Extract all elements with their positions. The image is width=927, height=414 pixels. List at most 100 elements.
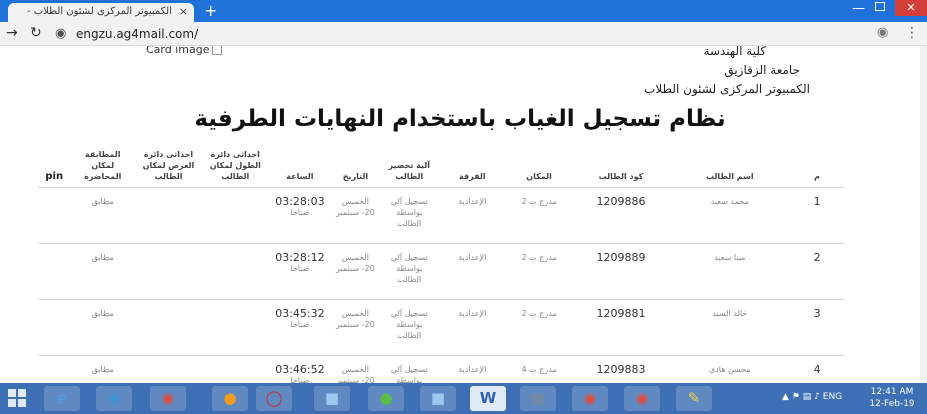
- cell-latitude: [135, 187, 202, 244]
- volume-icon[interactable]: ♪: [814, 392, 820, 402]
- menu-icon[interactable]: ⋮: [905, 25, 919, 41]
- cell-time: 03:28:12 صباحا: [268, 243, 332, 300]
- table-row: 4 محسن هادى 1209883 مدرج ت 4 الإعدادية ت…: [38, 355, 844, 383]
- cell-code: 1209886: [572, 187, 670, 244]
- cell-date: الخميس 20- سبتمبر: [331, 187, 380, 244]
- profile-icon[interactable]: ◉: [877, 25, 888, 40]
- table-row: 3 خالد السيد 1209881 مدرج ت 2 الإعدادية …: [38, 299, 844, 356]
- cell-place: مدرج ت 2: [505, 243, 573, 300]
- cell-date: الخميس 20- سبتمبر: [331, 243, 380, 300]
- browser-tab[interactable]: × الكمبيوتر المركزى لشئون الطلاب -: [8, 3, 194, 22]
- cell-longitude: [201, 299, 269, 356]
- cell-level: الإعدادية: [438, 243, 506, 300]
- reload-icon[interactable]: ↻: [30, 25, 42, 41]
- cell-num: 3: [790, 299, 844, 356]
- tray-arrow-icon[interactable]: ▲: [782, 392, 789, 402]
- cell-match: مطابق: [70, 243, 136, 300]
- cell-num: 1: [790, 187, 844, 244]
- table-header-row: م اسم الطالب كود الطالب المكان الفرقة آل…: [38, 149, 844, 188]
- cell-num: 2: [790, 243, 844, 300]
- cell-level: الإعدادية: [438, 187, 506, 244]
- app-icon[interactable]: ●: [368, 386, 404, 411]
- col-header-code: كود الطالب: [572, 149, 670, 188]
- start-button[interactable]: [8, 389, 26, 407]
- chrome-icon[interactable]: ◉: [572, 386, 608, 411]
- cell-place: مدرج ت 2: [505, 299, 573, 356]
- clock[interactable]: 12:41 AM 12-Feb-19: [862, 386, 922, 410]
- tab-close-icon[interactable]: ×: [179, 5, 188, 18]
- maximize-icon[interactable]: [875, 2, 885, 11]
- tab-title: الكمبيوتر المركزى لشئون الطلاب -: [26, 6, 172, 17]
- opera-icon[interactable]: ◯: [256, 386, 292, 411]
- cell-match: مطابق: [70, 187, 136, 244]
- new-tab-button[interactable]: +: [204, 1, 217, 20]
- firefox-icon[interactable]: ●: [212, 386, 248, 411]
- minimize-icon[interactable]: —: [852, 1, 865, 16]
- col-header-date: التاريخ: [331, 149, 380, 188]
- cell-latitude: [135, 355, 202, 383]
- network-icon[interactable]: ▤: [803, 392, 812, 402]
- cell-name: محمد سعيد: [669, 187, 791, 244]
- col-header-level: الفرقة: [438, 149, 506, 188]
- page-scrollbar[interactable]: [920, 46, 927, 383]
- cell-level: الإعدادية: [438, 299, 506, 356]
- system-tray: ▲ ⚑ ▤ ♪ ENG: [782, 392, 842, 402]
- cell-pin: [38, 187, 71, 244]
- start-icon: [18, 389, 26, 397]
- university-name: جامعة الزقازيق: [724, 63, 800, 77]
- table-row: 1 محمد سعيد 1209886 مدرج ت 2 الإعدادية ت…: [38, 187, 844, 244]
- cell-pin: [38, 355, 71, 383]
- url-field[interactable]: engzu.ag4mail.com/: [76, 27, 198, 41]
- cell-code: 1209881: [572, 299, 670, 356]
- attendance-table: م اسم الطالب كود الطالب المكان الفرقة آل…: [38, 149, 844, 383]
- cell-name: محسن هادى: [669, 355, 791, 383]
- center-name: الكمبيوتر المركزى لشئون الطلاب: [644, 82, 810, 96]
- cell-date: الخميس 20- سبتمبر: [331, 299, 380, 356]
- cell-pin: [38, 299, 71, 356]
- site-info-icon[interactable]: ◉: [55, 26, 66, 41]
- col-header-match: المطابقة لمكان المحاضرة: [70, 149, 136, 188]
- window-close-icon[interactable]: ✕: [895, 0, 927, 16]
- cell-place: مدرج ت 2: [505, 187, 573, 244]
- cell-place: مدرج ت 4: [505, 355, 573, 383]
- browser-titlebar: × الكمبيوتر المركزى لشئون الطلاب - + — ✕: [0, 0, 927, 22]
- chrome-icon[interactable]: ◉: [624, 386, 660, 411]
- time-period: صباحا: [290, 264, 310, 273]
- page-content: Card image كلية الهندسة جامعة الزقازيق ا…: [0, 46, 920, 383]
- cell-method: تسجيل آلي بواسطة الطالب: [379, 299, 439, 356]
- col-header-latitude: احداثى دائرة العرض لمكان الطالب: [135, 149, 202, 188]
- faculty-name: كلية الهندسة: [703, 46, 766, 58]
- col-header-place: المكان: [505, 149, 573, 188]
- chrome-icon[interactable]: ◉: [150, 386, 186, 411]
- cell-level: الإعدادية: [438, 355, 506, 383]
- cell-code: 1209883: [572, 355, 670, 383]
- cell-longitude: [201, 243, 269, 300]
- word-icon[interactable]: W: [470, 386, 506, 411]
- col-header-method: آلية تحضير الطالب: [379, 149, 439, 188]
- taskbar: ℯ ◉ ◉ ● ◯ ■ ● ■ W ■ ◉ ◉ ✎ ▲ ⚑ ▤ ♪ ENG 12…: [0, 383, 927, 414]
- flag-icon[interactable]: ⚑: [792, 392, 800, 402]
- col-header-time: الساعة: [268, 149, 332, 188]
- internet-explorer-icon[interactable]: ℯ: [44, 386, 80, 411]
- cell-latitude: [135, 243, 202, 300]
- app-icon[interactable]: ■: [520, 386, 556, 411]
- col-header-pin: pin: [38, 149, 71, 188]
- app-icon[interactable]: ◉: [96, 386, 132, 411]
- app-icon[interactable]: ■: [420, 386, 456, 411]
- cell-date: الخميس 20- سبتمبر: [331, 355, 380, 383]
- cell-pin: [38, 243, 71, 300]
- start-icon: [8, 399, 16, 407]
- card-image-alt: Card image: [146, 46, 210, 56]
- col-header-name: اسم الطالب: [669, 149, 791, 188]
- address-bar: → ↻ ◉ engzu.ag4mail.com/ ◉ ⋮: [0, 22, 927, 46]
- paint-icon[interactable]: ✎: [676, 386, 712, 411]
- card-image: Card image: [146, 46, 222, 56]
- cell-method: تسجيل آلي بواسطة الطالب: [379, 243, 439, 300]
- back-arrow-icon[interactable]: →: [6, 25, 18, 41]
- start-icon: [18, 399, 26, 407]
- language-indicator[interactable]: ENG: [823, 392, 842, 402]
- cell-method: تسجيل آلي بواسطة الطالب: [379, 187, 439, 244]
- cell-name: خالد السيد: [669, 299, 791, 356]
- cell-name: مينا سعيد: [669, 243, 791, 300]
- app-icon[interactable]: ■: [314, 386, 350, 411]
